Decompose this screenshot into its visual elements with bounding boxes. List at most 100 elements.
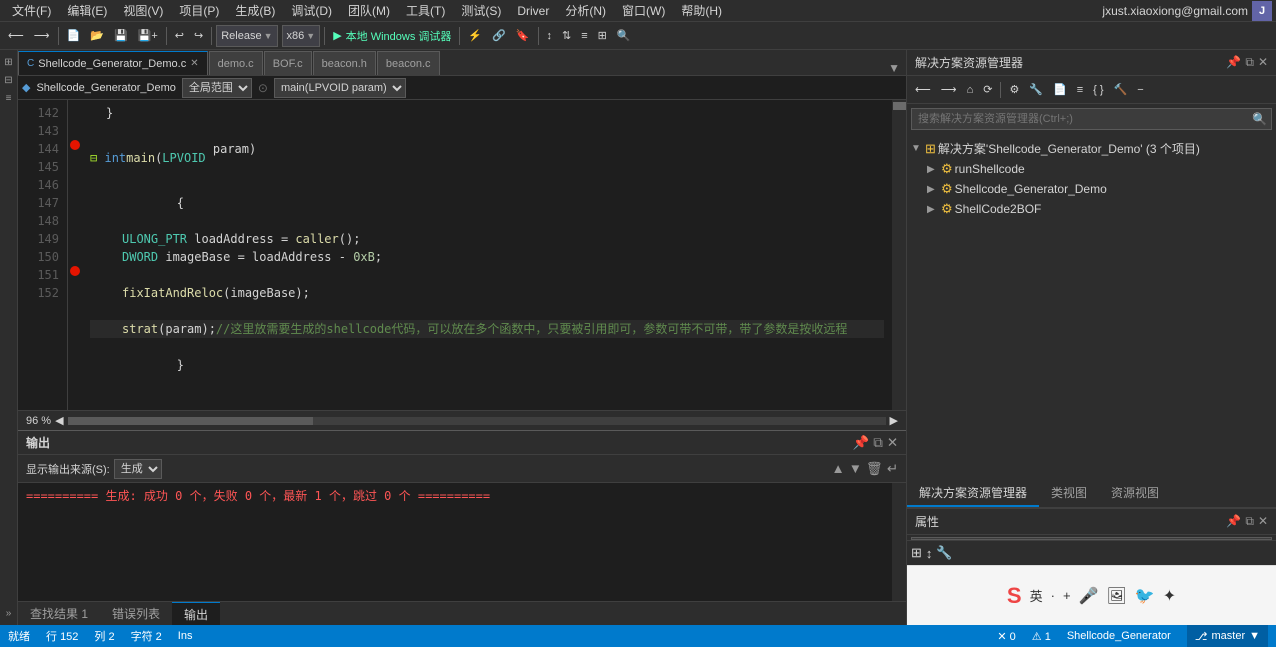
output-source-select[interactable]: 生成 [114, 459, 162, 479]
config-dropdown[interactable]: Release ▼ [216, 25, 277, 47]
prop-wrench-btn[interactable]: 🔧 [936, 545, 952, 561]
statusbar-branch[interactable]: ⎇ master ▼ [1187, 625, 1268, 647]
sogou-more[interactable]: ✦ [1163, 586, 1176, 606]
run-button[interactable]: ▶ 本地 Windows 调试器 [329, 26, 455, 46]
sol-code-btn[interactable]: { } [1089, 82, 1107, 98]
project-shellcode2bof[interactable]: ▶ ⚙ ShellCode2BOF [911, 199, 1272, 219]
menu-view[interactable]: 视图(V) [115, 0, 171, 21]
zoom-minus[interactable]: ◀ [55, 414, 63, 427]
user-avatar[interactable]: J [1252, 1, 1272, 21]
prop-grid-btn[interactable]: ⊞ [911, 545, 922, 561]
toolbar-save[interactable]: 💾 [110, 27, 132, 44]
sol-newfile-btn[interactable]: 📄 [1049, 81, 1071, 98]
output-clear[interactable]: 🗑 [866, 461, 883, 477]
sol-minus-btn[interactable]: − [1133, 82, 1147, 98]
panel-tab-class[interactable]: 类视图 [1039, 480, 1099, 507]
sol-settings-btn[interactable]: ⚙ [1005, 81, 1023, 98]
solution-search[interactable] [912, 109, 1248, 129]
sidebar-icon-1[interactable]: ⊞ [1, 54, 17, 70]
editor-scrollbar[interactable] [892, 100, 906, 410]
toolbar-misc4[interactable]: ⊞ [594, 27, 611, 44]
menu-test[interactable]: 测试(S) [453, 0, 509, 21]
tab-bof[interactable]: BOF.c [264, 51, 312, 75]
tab-more[interactable]: ▼ [882, 61, 906, 75]
toolbar-attach[interactable]: 🔗 [488, 27, 510, 44]
output-pin[interactable]: 📌 [853, 435, 870, 451]
tabbar: C Shellcode_Generator_Demo.c ✕ demo.c BO… [18, 50, 906, 76]
sidebar-icon-2[interactable]: ⊟ [1, 72, 17, 88]
toolbar-bookmark[interactable]: 🔖 [512, 27, 534, 44]
platform-dropdown[interactable]: x86 ▼ [282, 25, 321, 47]
function-select[interactable]: main(LPVOID param) [274, 78, 406, 98]
output-float[interactable]: ⧉ [873, 435, 883, 451]
tab-shellcode-generator-demo[interactable]: C Shellcode_Generator_Demo.c ✕ [18, 51, 208, 75]
sogou-share[interactable]: 🐦 [1135, 586, 1155, 606]
menu-debug[interactable]: 调试(D) [283, 0, 340, 21]
panel-pin-icon[interactable]: 📌 [1226, 55, 1241, 70]
zoom-scrollbar[interactable] [68, 417, 886, 425]
menu-build[interactable]: 生成(B) [227, 0, 283, 21]
menu-file[interactable]: 文件(F) [4, 0, 59, 21]
toolbar-misc3[interactable]: ≡ [577, 28, 591, 44]
sogou-img[interactable]: 🖼 [1106, 586, 1126, 606]
output-up[interactable]: ▲ [832, 461, 845, 477]
menu-driver[interactable]: Driver [509, 2, 557, 20]
toolbar-save-all[interactable]: 💾+ [134, 27, 162, 44]
code-content[interactable]: } ⊟ int main(LPVOID param) { ULONG_PTR l… [82, 100, 892, 410]
output-tab-errors[interactable]: 错误列表 [100, 602, 172, 626]
tab-beacon-c[interactable]: beacon.c [377, 51, 440, 75]
prop-sort-btn[interactable]: ↕ [926, 546, 933, 561]
output-down[interactable]: ▼ [849, 461, 862, 477]
toolbar-undo[interactable]: ↩ [171, 27, 188, 44]
code-line-143 [90, 122, 884, 140]
toolbar-misc1[interactable]: ↕ [543, 28, 557, 44]
output-tab-output[interactable]: 输出 [172, 602, 220, 626]
tab-beacon-h[interactable]: beacon.h [313, 51, 376, 75]
output-close[interactable]: ✕ [887, 435, 898, 451]
panel-close-icon[interactable]: ✕ [1258, 55, 1268, 70]
sol-back-btn[interactable]: ⟵ [911, 81, 935, 98]
prop-pin-icon[interactable]: 📌 [1226, 514, 1241, 529]
output-wrap[interactable]: ↵ [887, 461, 898, 477]
menu-tools[interactable]: 工具(T) [398, 0, 453, 21]
menu-team[interactable]: 团队(M) [340, 0, 398, 21]
prop-close-icon[interactable]: ✕ [1258, 514, 1268, 529]
scope-select[interactable]: 全局范围 [182, 78, 252, 98]
project-shellcode-gen[interactable]: ▶ ⚙ Shellcode_Generator_Demo [911, 179, 1272, 199]
panel-float-icon[interactable]: ⧉ [1245, 55, 1254, 70]
sidebar-icon-bottom[interactable]: » [1, 605, 17, 621]
sogou-mic[interactable]: 🎤 [1079, 586, 1099, 606]
toolbar-forward[interactable]: ⟶ [30, 27, 54, 44]
sol-prop-btn[interactable]: ≡ [1073, 82, 1087, 98]
menu-project[interactable]: 项目(P) [171, 0, 227, 21]
sidebar-icon-3[interactable]: ≡ [1, 90, 17, 106]
sol-home-btn[interactable]: ⌂ [963, 82, 978, 98]
toolbar-new[interactable]: 📄 [63, 27, 85, 44]
project-runshellcode[interactable]: ▶ ⚙ runShellcode [911, 159, 1272, 179]
menu-help[interactable]: 帮助(H) [673, 0, 730, 21]
panel-header-icons: 📌 ⧉ ✕ [1226, 55, 1268, 70]
toolbar-misc5[interactable]: 🔍 [613, 27, 635, 44]
menu-analyze[interactable]: 分析(N) [557, 0, 614, 21]
panel-tab-solution[interactable]: 解决方案资源管理器 [907, 480, 1039, 507]
zoom-plus[interactable]: ▶ [890, 414, 898, 427]
toolbar-redo[interactable]: ↪ [190, 27, 207, 44]
tab-demo[interactable]: demo.c [209, 51, 263, 75]
output-tab-find[interactable]: 查找结果 1 [18, 602, 100, 626]
panel-tab-resource[interactable]: 资源视图 [1099, 480, 1171, 507]
toolbar-back[interactable]: ⟵ [4, 27, 28, 44]
menu-edit[interactable]: 编辑(E) [59, 0, 115, 21]
sol-forward-btn[interactable]: ⟶ [937, 81, 961, 98]
prop-dropdown-inner[interactable] [911, 537, 1272, 540]
toolbar-open[interactable]: 📂 [86, 27, 108, 44]
sol-refresh-btn[interactable]: ⟳ [979, 81, 996, 98]
menu-window[interactable]: 窗口(W) [614, 0, 673, 21]
prop-float-icon[interactable]: ⧉ [1245, 514, 1254, 529]
toolbar-perf[interactable]: ⚡ [464, 27, 486, 44]
sol-wrench-btn[interactable]: 🔨 [1110, 81, 1132, 98]
output-scrollbar[interactable] [892, 483, 906, 601]
tab-close-0[interactable]: ✕ [190, 58, 198, 69]
sol-filter-btn[interactable]: 🔧 [1025, 81, 1047, 98]
solution-root[interactable]: ▼ ⊞ 解决方案'Shellcode_Generator_Demo' (3 个项… [911, 138, 1272, 159]
toolbar-misc2[interactable]: ⇅ [558, 27, 575, 44]
